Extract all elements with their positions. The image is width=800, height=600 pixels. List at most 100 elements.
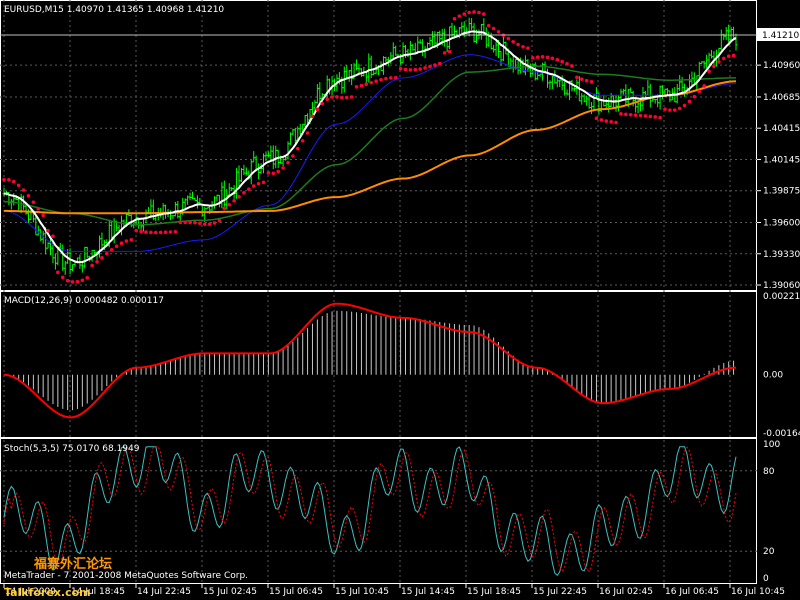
- psar-dot: [447, 49, 452, 54]
- price-tick-label: 1.40145: [763, 155, 800, 165]
- psar-dot: [56, 270, 60, 275]
- psar-dot: [16, 183, 21, 188]
- psar-dot: [256, 181, 261, 186]
- psar-dot: [354, 85, 359, 89]
- psar-dot: [163, 230, 168, 235]
- psar-dot: [423, 66, 427, 70]
- psar-dot: [344, 95, 349, 100]
- psar-dot: [442, 51, 447, 55]
- psar-dot: [687, 99, 692, 104]
- psar-dot: [633, 113, 638, 117]
- psar-dot: [599, 118, 604, 122]
- psar-dot: [100, 255, 104, 260]
- psar-dot: [379, 77, 383, 82]
- psar-dot: [389, 76, 393, 80]
- time-tick-label: 15 Jul 06:45: [269, 587, 323, 597]
- psar-dot: [310, 114, 315, 118]
- psar-dot: [398, 66, 403, 71]
- psar-dot: [193, 220, 197, 225]
- psar-dot: [619, 112, 623, 116]
- psar-dot: [604, 119, 609, 123]
- price-tick-label: 1.39060: [763, 281, 800, 291]
- psar-dot: [570, 64, 574, 68]
- psar-dot: [114, 244, 119, 249]
- psar-dot: [26, 194, 31, 198]
- psar-dot: [550, 56, 555, 61]
- psar-dot: [521, 44, 525, 49]
- psar-dot: [276, 169, 280, 174]
- psar-dot: [286, 160, 290, 165]
- psar-dot: [433, 63, 437, 67]
- psar-dot: [80, 278, 85, 283]
- psar-dot: [707, 69, 711, 74]
- psar-dot: [251, 184, 256, 188]
- psar-dot: [65, 278, 70, 283]
- psar-dot: [437, 61, 442, 66]
- psar-dot: [7, 177, 11, 182]
- psar-dot: [232, 199, 236, 203]
- psar-dot: [325, 97, 329, 102]
- time-tick-label: 15 Jul 18:45: [467, 587, 521, 597]
- psar-dot: [75, 279, 80, 284]
- macd-tick-label: 0.002216: [763, 292, 800, 302]
- psar-dot: [300, 139, 305, 143]
- psar-dot: [212, 221, 217, 225]
- psar-dot: [682, 103, 687, 108]
- psar-dot: [457, 14, 462, 18]
- psar-dot: [247, 187, 251, 191]
- psar-dot: [614, 120, 618, 125]
- psar-dot: [295, 146, 300, 151]
- psar-dot: [46, 228, 50, 233]
- price-tick-label: 1.40415: [763, 124, 800, 134]
- psar-dot: [51, 234, 55, 238]
- psar-dot: [158, 230, 163, 235]
- psar-dot: [393, 75, 398, 80]
- psar-dot: [70, 280, 75, 284]
- psar-dot: [105, 251, 109, 256]
- psar-dot: [511, 39, 516, 44]
- psar-dot: [149, 230, 153, 235]
- price-tick-label: 1.39600: [763, 219, 800, 229]
- psar-dot: [36, 206, 41, 211]
- psar-dot: [369, 80, 374, 85]
- time-tick-label: 14 Jul 22:45: [137, 587, 191, 597]
- psar-dot: [609, 120, 613, 124]
- psar-dot: [535, 55, 540, 59]
- psar-dot: [663, 107, 667, 111]
- psar-dot: [320, 101, 325, 106]
- psar-dot: [227, 202, 232, 207]
- psar-dot: [85, 276, 90, 280]
- price-tick-label: 1.39875: [763, 187, 800, 197]
- psar-dot: [291, 154, 295, 158]
- psar-dot: [173, 229, 178, 234]
- psar-dot: [648, 114, 653, 119]
- psar-dot: [384, 76, 388, 81]
- stoch-tick-label: 80: [763, 467, 775, 477]
- psar-dot: [134, 228, 139, 233]
- psar-dot: [717, 60, 721, 64]
- psar-dot: [31, 200, 36, 204]
- psar-dot: [139, 229, 143, 234]
- psar-dot: [217, 218, 222, 223]
- psar-dot: [467, 10, 471, 15]
- stoch-tick-label: 0: [763, 574, 769, 584]
- psar-dot: [330, 95, 334, 99]
- psar-dot: [315, 107, 320, 112]
- psar-dot: [178, 220, 183, 225]
- psar-dot: [575, 75, 579, 80]
- macd-header: MACD(12,26,9) 0.000482 0.000117: [4, 296, 164, 306]
- psar-dot: [90, 263, 94, 268]
- psar-dot: [653, 115, 658, 119]
- psar-dot: [726, 54, 731, 58]
- psar-dot: [452, 16, 457, 21]
- psar-dot: [672, 108, 677, 112]
- psar-dot: [545, 55, 550, 60]
- psar-dot: [482, 12, 486, 16]
- psar-dot: [658, 115, 662, 120]
- psar-dot: [516, 42, 520, 47]
- psar-dot: [668, 108, 672, 112]
- trading-chart[interactable]: EURUSD,M15 1.40970 1.41365 1.40968 1.412…: [0, 0, 800, 600]
- psar-dot: [119, 241, 124, 246]
- time-tick-label: 16 Jul 10:45: [731, 587, 785, 597]
- psar-dot: [721, 56, 726, 61]
